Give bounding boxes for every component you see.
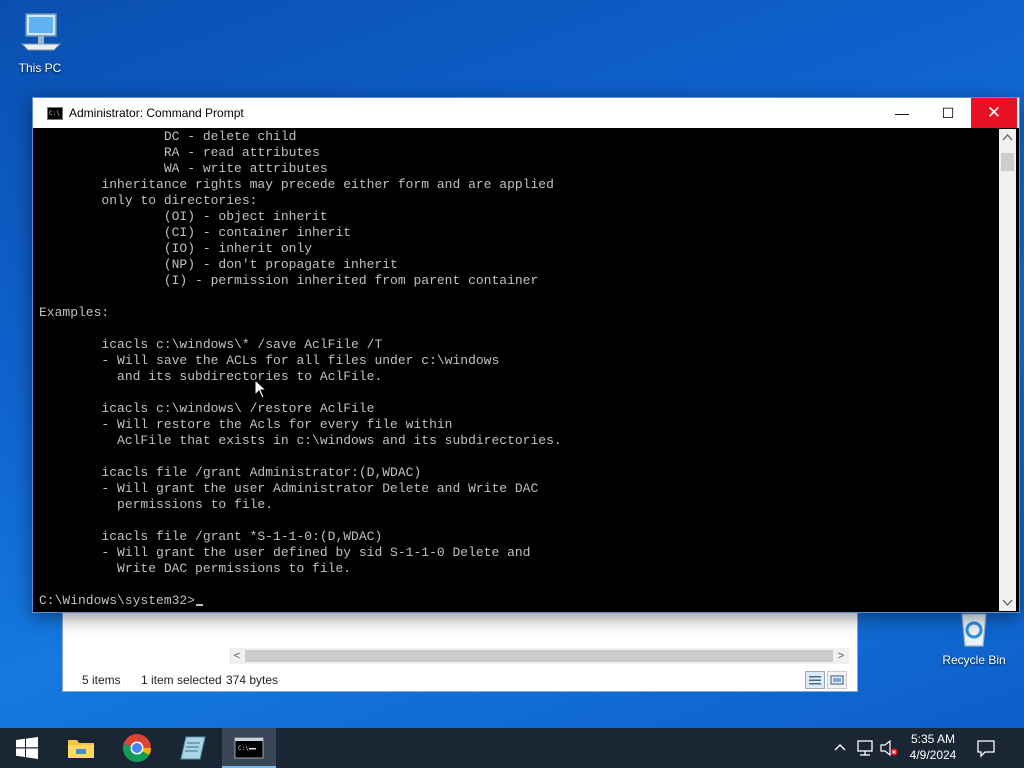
horizontal-scrollbar[interactable]: < > (229, 648, 849, 664)
system-clock[interactable]: 5:35 AM 4/9/2024 (900, 731, 966, 763)
taskbar-command-prompt[interactable]: C:\ (222, 728, 276, 768)
console-line: permissions to file. (39, 497, 274, 512)
taskbar: C:\ 5:35 AM 4/9/2024 (0, 728, 1024, 768)
console-line: RA - read attributes (39, 145, 320, 160)
volume-muted-icon (880, 739, 898, 757)
console-line: Write DAC permissions to file. (39, 561, 352, 576)
volume-button[interactable] (878, 728, 900, 768)
status-size: 374 bytes (226, 673, 279, 687)
console-line: - Will restore the Acls for every file w… (39, 417, 453, 432)
console-line: Examples: (39, 305, 110, 320)
file-explorer-window[interactable]: < > 5 items 1 item selected 374 bytes (62, 612, 858, 692)
console-line: (IO) - inherit only (39, 241, 313, 256)
taskbar-notepad[interactable] (166, 728, 220, 768)
scrollbar-thumb[interactable] (245, 650, 833, 662)
console-line: (NP) - don't propagate inherit (39, 257, 398, 272)
console-line: - Will save the ACLs for all files under… (39, 353, 500, 368)
console-line: icacls file /grant *S-1-1-0:(D,WDAC) (39, 529, 383, 544)
scroll-right-icon[interactable]: > (833, 648, 849, 664)
console-line: icacls c:\windows\* /save AclFile /T (39, 337, 383, 352)
scrollbar-thumb[interactable] (1001, 153, 1014, 171)
chrome-icon (122, 734, 151, 762)
action-center-button[interactable] (972, 728, 1000, 768)
scroll-left-icon[interactable]: < (229, 648, 245, 664)
console-line: DC - delete child (39, 129, 297, 144)
computer-icon (20, 13, 62, 51)
taskbar-file-explorer[interactable] (54, 728, 108, 768)
large-icons-view-icon (830, 675, 844, 685)
details-view-button[interactable] (805, 671, 825, 689)
desktop-icon-recycle-bin[interactable]: Recycle Bin (936, 610, 1012, 667)
taskbar-chrome[interactable] (110, 728, 164, 768)
notepad-icon (180, 736, 206, 760)
console-line: icacls c:\windows\ /restore AclFile (39, 401, 375, 416)
network-button[interactable] (854, 728, 876, 768)
notification-icon (977, 740, 995, 758)
minimize-button[interactable]: — (879, 98, 925, 128)
console-line: - Will grant the user defined by sid S-1… (39, 545, 531, 560)
status-item-count: 5 items (82, 673, 121, 687)
desktop-icon-this-pc[interactable]: This PC (2, 10, 78, 75)
command-prompt-line[interactable]: C:\Windows\system32> (39, 593, 999, 609)
title-bar[interactable]: C:\ Administrator: Command Prompt — ☐ ✕ (33, 98, 1019, 128)
cmd-icon: C:\ (234, 737, 264, 759)
prompt-text: C:\Windows\system32> (39, 593, 196, 608)
console-line: inheritance rights may precede either fo… (39, 177, 554, 192)
window-title: Administrator: Command Prompt (69, 106, 244, 120)
console-line: AclFile that exists in c:\windows and it… (39, 433, 562, 448)
arrow-cursor-icon (254, 378, 268, 399)
clock-date: 4/9/2024 (909, 748, 957, 762)
console-line: (CI) - container inherit (39, 225, 352, 240)
large-icons-view-button[interactable] (827, 671, 847, 689)
console-line: (I) - permission inherited from parent c… (39, 273, 539, 288)
console-line: and its subdirectories to AclFile. (39, 369, 383, 384)
console-line: - Will grant the user Administrator Dele… (39, 481, 539, 496)
text-cursor (196, 604, 204, 606)
command-prompt-window[interactable]: C:\ Administrator: Command Prompt — ☐ ✕ … (32, 97, 1020, 613)
folder-icon (68, 740, 94, 758)
desktop-icon-label: Recycle Bin (942, 653, 1006, 667)
clock-time: 5:35 AM (910, 732, 956, 746)
cmd-icon: C:\ (47, 107, 63, 120)
desktop-icon-label: This PC (18, 61, 62, 75)
console-line: icacls file /grant Administrator:(D,WDAC… (39, 465, 422, 480)
status-selected: 1 item selected (141, 673, 222, 687)
console-line: (OI) - object inherit (39, 209, 328, 224)
chevron-up-icon (834, 744, 846, 751)
console-output[interactable]: DC - delete child RA - read attributes W… (39, 129, 999, 609)
console-line: only to directories: (39, 193, 258, 208)
scroll-down-icon[interactable] (999, 594, 1016, 611)
console-text: DC - delete child RA - read attributes W… (39, 129, 999, 593)
status-bar: 5 items 1 item selected 374 bytes (63, 668, 857, 692)
console-line: WA - write attributes (39, 161, 328, 176)
details-view-icon (809, 676, 821, 685)
maximize-button[interactable]: ☐ (925, 98, 971, 128)
network-icon (857, 740, 873, 756)
scroll-up-icon[interactable] (999, 129, 1016, 146)
vertical-scrollbar[interactable] (999, 129, 1016, 611)
svg-text:C:\: C:\ (238, 745, 249, 752)
close-button[interactable]: ✕ (971, 98, 1017, 128)
show-hidden-icons-button[interactable] (830, 728, 850, 768)
start-button[interactable] (0, 728, 54, 768)
recycle-bin-icon (961, 613, 987, 647)
windows-logo-icon (16, 737, 38, 759)
